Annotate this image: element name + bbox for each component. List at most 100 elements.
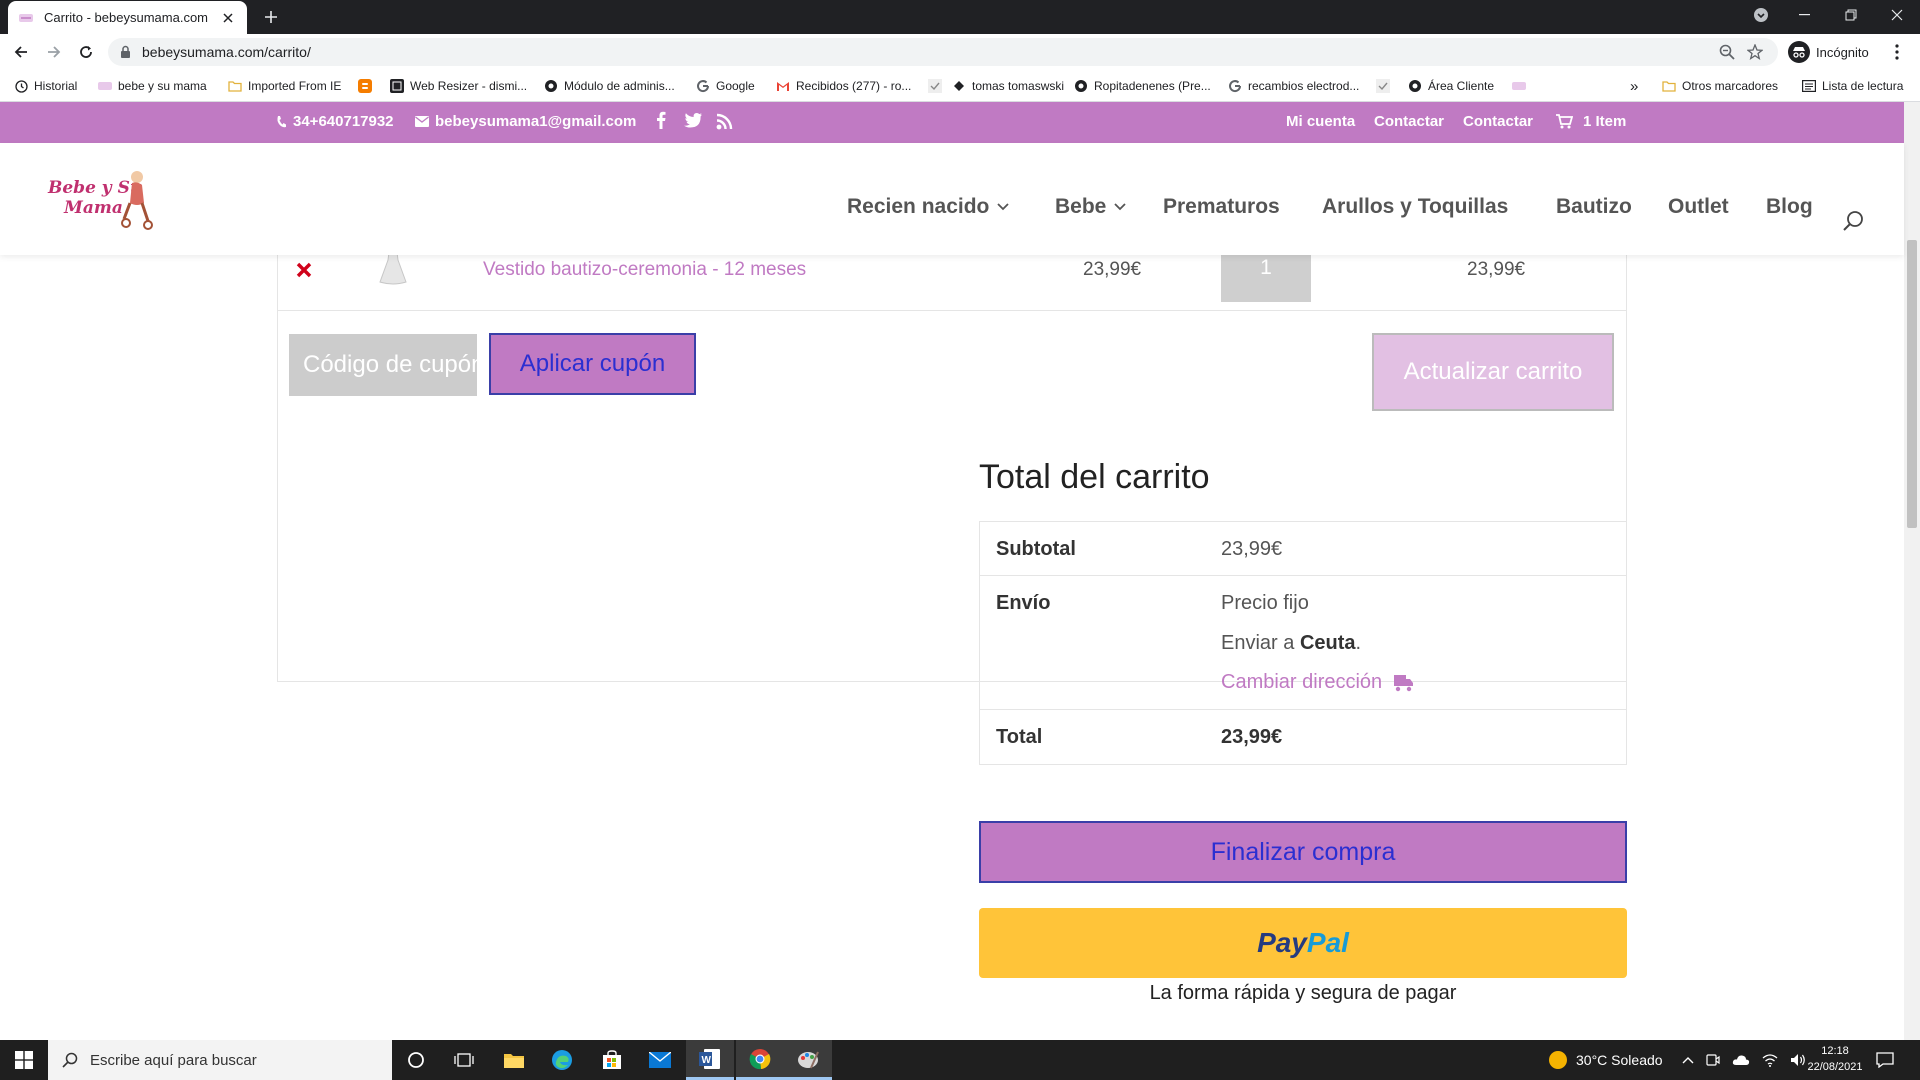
nav-label: Bebe [1055, 195, 1107, 218]
shipping-label: Envío [996, 592, 1051, 614]
bookmark-recibidos[interactable]: Recibidos (277) - ro... [776, 77, 911, 95]
nav-bautizo[interactable]: Bautizo [1556, 195, 1632, 219]
url-text[interactable]: bebeysumama.com/carrito/ [142, 44, 311, 60]
zoom-icon[interactable] [1718, 43, 1736, 61]
minimize-icon[interactable] [1782, 0, 1828, 30]
word-icon[interactable]: W [686, 1040, 734, 1080]
contact-link-2[interactable]: Contactar [1463, 113, 1533, 130]
nav-arullos-toquillas[interactable]: Arullos y Toquillas [1322, 195, 1508, 219]
bookmark-modulo-admin[interactable]: Módulo de adminis... [544, 77, 675, 95]
bookmark-recambios[interactable]: recambios electrod... [1228, 77, 1359, 95]
chevron-up-icon[interactable] [1682, 1056, 1694, 1064]
nav-bebe[interactable]: Bebe [1055, 195, 1126, 219]
file-explorer-icon[interactable] [490, 1040, 538, 1080]
contact-link[interactable]: Contactar [1374, 113, 1444, 130]
lock-icon[interactable] [120, 45, 131, 59]
browser-toolbar: bebeysumama.com/carrito/ Incógnito [0, 34, 1920, 70]
bookmark-star-icon[interactable] [1746, 43, 1764, 61]
bookmark-bebe-y-su-mama[interactable]: bebe y su mama [98, 77, 207, 95]
rss-icon[interactable] [716, 113, 733, 130]
paypal-button[interactable]: Pay Pal [979, 908, 1627, 978]
truck-icon [1394, 674, 1414, 692]
forward-icon[interactable] [43, 41, 65, 63]
tab-close-icon[interactable] [219, 9, 237, 27]
bookmark-area-cliente[interactable]: Área Cliente [1408, 77, 1494, 95]
notifications-icon[interactable] [1876, 1040, 1894, 1080]
onedrive-icon[interactable] [1732, 1054, 1750, 1066]
site-logo[interactable]: Bebe y Su Mama [44, 163, 156, 233]
facebook-icon[interactable] [656, 111, 666, 129]
product-subtotal: 23,99€ [1467, 259, 1526, 280]
restore-icon[interactable] [1828, 0, 1874, 30]
tab-search-icon[interactable] [1738, 0, 1784, 30]
address-bar[interactable]: bebeysumama.com/carrito/ [108, 38, 1778, 66]
bookmark-google[interactable]: Google [696, 77, 755, 95]
edge-icon[interactable] [538, 1040, 586, 1080]
incognito-indicator[interactable]: Incógnito [1788, 39, 1869, 65]
bookmark-label: Imported From IE [248, 79, 342, 93]
bookmark-check-2[interactable] [1376, 77, 1396, 95]
new-tab-icon[interactable] [260, 6, 282, 28]
chevron-down-icon [1114, 203, 1126, 211]
my-account-link[interactable]: Mi cuenta [1286, 113, 1355, 130]
wifi-icon[interactable] [1762, 1053, 1778, 1067]
cart-icon [1556, 114, 1573, 129]
bookmark-label: recambios electrod... [1248, 79, 1360, 93]
folder-icon [1662, 79, 1676, 93]
weather-widget[interactable]: 30°C Soleado [1548, 1040, 1663, 1080]
product-thumbnail[interactable] [378, 255, 408, 286]
chrome-icon[interactable] [736, 1040, 784, 1080]
browser-menu-icon[interactable] [1886, 41, 1908, 63]
scrollbar-thumb[interactable] [1907, 240, 1917, 528]
search-icon[interactable] [1843, 210, 1865, 232]
browser-tab[interactable]: Carrito - bebeysumama.com [8, 1, 247, 34]
email-contact[interactable]: bebeysumama1@gmail.com [415, 113, 636, 130]
page-scrollbar[interactable] [1904, 102, 1920, 1040]
bookmark-bebe-2[interactable] [1512, 77, 1532, 95]
nav-blog[interactable]: Blog [1766, 195, 1813, 219]
diamond-icon [952, 79, 966, 93]
apply-coupon-button[interactable]: Aplicar cupón [489, 333, 696, 395]
bookmark-ropitadenenes[interactable]: Ropitadenenes (Pre... [1074, 77, 1211, 95]
bookmark-historial[interactable]: Historial [14, 77, 77, 95]
shipping-row: Envío Precio fijo Enviar a Ceuta. Cambia… [980, 576, 1626, 710]
checkout-button[interactable]: Finalizar compra [979, 821, 1627, 883]
close-window-icon[interactable] [1874, 0, 1920, 30]
taskbar-search[interactable]: Escribe aquí para buscar [48, 1040, 392, 1080]
task-view-icon[interactable] [440, 1040, 488, 1080]
bookmark-web-resizer[interactable]: Web Resizer - dismi... [390, 77, 527, 95]
coupon-code-input[interactable]: Código de cupón [289, 334, 477, 396]
bookmark-blogger[interactable] [358, 77, 378, 95]
paint-icon[interactable] [784, 1040, 832, 1080]
row-divider [278, 310, 1626, 311]
taskbar-clock[interactable]: 12:18 22/08/2021 [1800, 1043, 1870, 1075]
site-favicon-icon [98, 79, 112, 93]
remove-item-icon[interactable] [295, 261, 315, 281]
change-address-link[interactable]: Cambiar dirección [1221, 671, 1414, 694]
cart-link[interactable]: 1 Item [1556, 113, 1626, 130]
check-icon [1376, 79, 1390, 93]
bookmark-imported-from-ie[interactable]: Imported From IE [228, 77, 341, 95]
nav-outlet[interactable]: Outlet [1668, 195, 1729, 219]
bookmark-check[interactable] [928, 77, 948, 95]
reading-list[interactable]: Lista de lectura [1802, 77, 1903, 95]
store-icon[interactable] [588, 1040, 636, 1080]
mail-icon[interactable] [636, 1040, 684, 1080]
nav-recien-nacido[interactable]: Recien nacido [847, 195, 1010, 219]
bookmark-tomas-tomaswski[interactable]: tomas tomaswski [952, 77, 1064, 95]
paypal-logo-pal: Pal [1306, 927, 1349, 958]
phone-contact[interactable]: 34+640717932 [276, 113, 394, 130]
twitter-icon[interactable] [683, 112, 703, 128]
quantity-input[interactable]: 1 [1221, 255, 1311, 302]
paypal-logo-pay: Pay [1257, 927, 1307, 958]
update-cart-button[interactable]: Actualizar carrito [1372, 333, 1614, 411]
meet-now-icon[interactable] [1706, 1053, 1720, 1067]
back-icon[interactable] [10, 41, 32, 63]
product-name-link[interactable]: Vestido bautizo-ceremonia - 12 meses [483, 259, 806, 281]
reload-icon[interactable] [75, 41, 97, 63]
more-bookmarks-button[interactable]: » [1630, 77, 1638, 95]
windows-start-icon[interactable] [0, 1040, 48, 1080]
other-bookmarks[interactable]: Otros marcadores [1662, 77, 1778, 95]
nav-prematuros[interactable]: Prematuros [1163, 195, 1280, 219]
cortana-icon[interactable] [392, 1040, 440, 1080]
